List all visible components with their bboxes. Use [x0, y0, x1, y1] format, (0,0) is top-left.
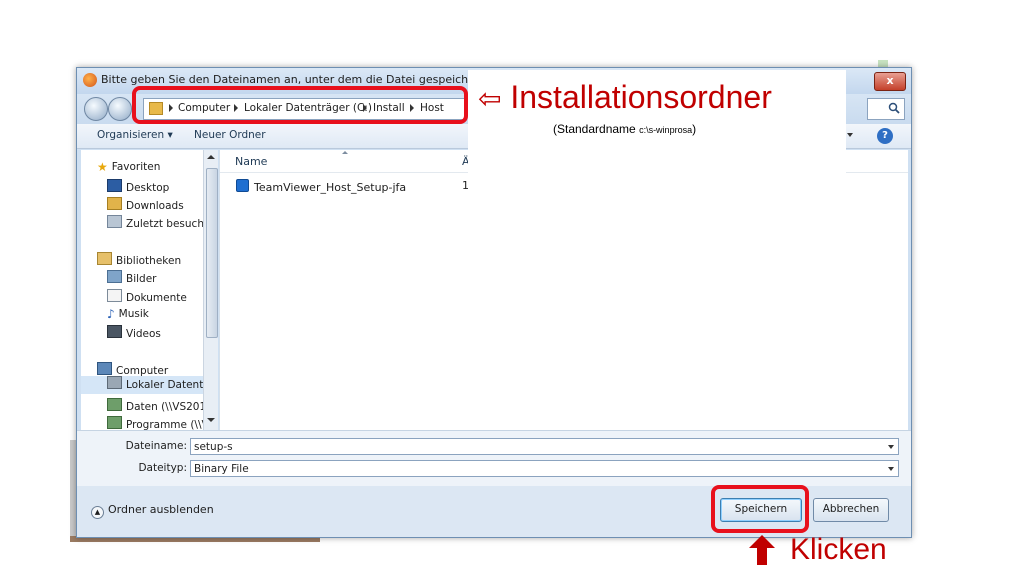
annotation-sub-prefix: (Standardname	[553, 122, 640, 136]
network-drive-icon	[107, 416, 122, 429]
scroll-up-icon[interactable]	[207, 155, 215, 159]
file-name: TeamViewer_Host_Setup-jfa	[254, 181, 407, 194]
forward-button[interactable]	[108, 97, 132, 121]
teamviewer-icon	[236, 179, 249, 192]
nav-libraries-label: Bibliotheken	[116, 255, 182, 267]
scroll-down-icon[interactable]	[207, 418, 215, 422]
collapse-chevron-icon: ▲	[91, 506, 104, 519]
dialog-title: Bitte geben Sie den Dateinamen an, unter…	[101, 73, 481, 86]
computer-icon	[97, 362, 112, 375]
filetype-dropdown-icon[interactable]	[888, 467, 894, 471]
nav-downloads[interactable]: Downloads	[107, 197, 184, 212]
pictures-icon	[107, 270, 122, 283]
annotation-title: Installationsordner	[510, 79, 772, 115]
nav-documents[interactable]: Dokumente	[107, 289, 187, 304]
search-icon	[888, 102, 900, 114]
filename-label: Dateiname:	[125, 440, 187, 452]
file-row[interactable]: TeamViewer_Host_Setup-jfa	[236, 179, 406, 194]
annotation-sub-path: c:\s-winprosa	[639, 125, 693, 135]
firefox-icon	[83, 73, 97, 87]
filetype-label: Dateityp:	[138, 462, 187, 474]
up-arrow-icon	[749, 535, 775, 565]
organize-menu[interactable]: Organisieren ▾	[97, 129, 173, 141]
filename-form: Dateiname: setup-s Dateityp: Binary File	[77, 430, 911, 487]
nav-computer[interactable]: Computer	[97, 362, 168, 377]
star-icon: ★	[97, 160, 108, 174]
nav-downloads-label: Downloads	[126, 200, 184, 212]
annotation-sub-suffix: )	[692, 122, 697, 136]
sort-indicator-icon	[342, 151, 348, 154]
installation-folder-annotation: ⇦ Installationsordner	[478, 79, 772, 116]
nav-network-daten[interactable]: Daten (\\VS2012)	[107, 398, 217, 413]
address-bar-highlight	[132, 86, 468, 124]
nav-local-disk-label: Lokaler Datenträg	[126, 379, 203, 391]
nav-pictures-label: Bilder	[126, 273, 157, 285]
videos-icon	[107, 325, 122, 338]
navigation-scrollbar[interactable]	[203, 150, 218, 430]
desktop-icon	[107, 179, 122, 192]
search-input[interactable]	[867, 98, 905, 120]
column-header-name[interactable]: Name	[235, 155, 267, 168]
save-button-highlight	[711, 485, 809, 533]
hide-folders-toggle[interactable]: ▲ Ordner ausblenden	[91, 503, 214, 519]
nav-local-disk[interactable]: Lokaler Datenträg	[81, 376, 203, 394]
navigation-pane: ★ Favoriten Desktop Downloads Zuletzt bes…	[81, 150, 218, 430]
hide-folders-label: Ordner ausblenden	[108, 503, 214, 516]
music-note-icon: ♪	[107, 307, 115, 321]
nav-pictures[interactable]: Bilder	[107, 270, 156, 285]
nav-network-programme-label: Programme (\\VS	[126, 419, 216, 430]
cancel-button[interactable]: Abbrechen	[813, 498, 889, 522]
nav-desktop[interactable]: Desktop	[107, 179, 169, 194]
nav-favorites-label: Favoriten	[111, 161, 161, 173]
default-name-annotation: (Standardname c:\s-winprosa)	[553, 122, 696, 136]
filetype-select[interactable]: Binary File	[190, 460, 899, 477]
nav-documents-label: Dokumente	[126, 292, 187, 304]
documents-icon	[107, 289, 122, 302]
close-button[interactable]: x	[874, 72, 906, 91]
nav-libraries[interactable]: Bibliotheken	[97, 252, 181, 267]
nav-network-programme[interactable]: Programme (\\VS	[107, 416, 215, 430]
filename-dropdown-icon[interactable]	[888, 445, 894, 449]
nav-desktop-label: Desktop	[126, 182, 170, 194]
new-folder-button[interactable]: Neuer Ordner	[194, 129, 266, 141]
filename-input[interactable]: setup-s	[190, 438, 899, 455]
nav-music[interactable]: ♪ Musik	[107, 307, 149, 321]
network-drive-icon	[107, 398, 122, 411]
scroll-thumb[interactable]	[206, 168, 218, 338]
nav-music-label: Musik	[118, 308, 149, 320]
nav-videos-label: Videos	[126, 328, 161, 340]
back-button[interactable]	[84, 97, 108, 121]
libraries-icon	[97, 252, 112, 265]
view-dropdown-icon[interactable]	[847, 133, 853, 137]
drive-icon	[107, 376, 122, 389]
help-button[interactable]: ?	[877, 128, 893, 144]
nav-videos[interactable]: Videos	[107, 325, 161, 340]
downloads-folder-icon	[107, 197, 122, 210]
click-annotation: Klicken	[790, 533, 887, 566]
nav-recent[interactable]: Zuletzt besucht	[107, 215, 208, 230]
recent-places-icon	[107, 215, 122, 228]
nav-recent-label: Zuletzt besucht	[126, 218, 209, 230]
left-arrow-icon: ⇦	[478, 82, 502, 115]
nav-favorites[interactable]: ★ Favoriten	[97, 160, 161, 174]
